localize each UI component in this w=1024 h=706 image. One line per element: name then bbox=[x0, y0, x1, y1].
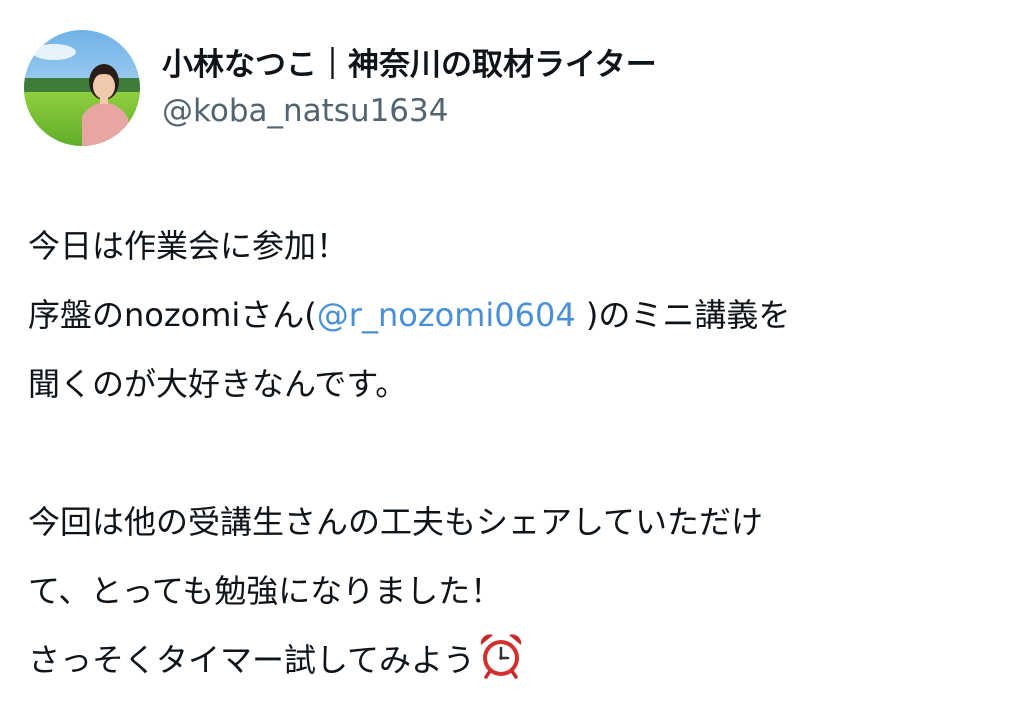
tweet-line-text: 序盤のnozomiさん( bbox=[28, 296, 317, 334]
user-names: 小林なつこ｜神奈川の取材ライター @koba_natsu1634 bbox=[162, 44, 657, 132]
display-name[interactable]: 小林なつこ｜神奈川の取材ライター bbox=[162, 44, 657, 86]
tweet-line: 序盤のnozomiさん(@r_nozomi0604 )のミニ講義を bbox=[28, 281, 1008, 350]
tweet-line-text: さっそくタイマー試してみよう bbox=[28, 641, 476, 679]
tweet-text: 今日は作業会に参加！ 序盤のnozomiさん(@r_nozomi0604 )のミ… bbox=[28, 212, 1008, 695]
tweet-line: て、とっても勉強になりました！ bbox=[28, 572, 503, 610]
tweet-header: 小林なつこ｜神奈川の取材ライター @koba_natsu1634 bbox=[24, 30, 657, 146]
tweet-line-text: )のミニ講義を bbox=[575, 296, 791, 334]
mention-link[interactable]: @r_nozomi0604 bbox=[317, 296, 576, 334]
avatar[interactable] bbox=[24, 30, 140, 146]
tweet-line: さっそくタイマー試してみよう bbox=[28, 626, 1008, 695]
profile-photo-icon bbox=[24, 30, 140, 146]
user-handle[interactable]: @koba_natsu1634 bbox=[162, 90, 657, 132]
alarm-clock-icon bbox=[477, 631, 525, 679]
tweet-line: 聞くのが大好きなんです。 bbox=[28, 365, 408, 403]
tweet-line: 今日は作業会に参加！ bbox=[28, 227, 349, 265]
tweet-line: 今回は他の受講生さんの工夫もシェアしていただけ bbox=[28, 503, 764, 541]
